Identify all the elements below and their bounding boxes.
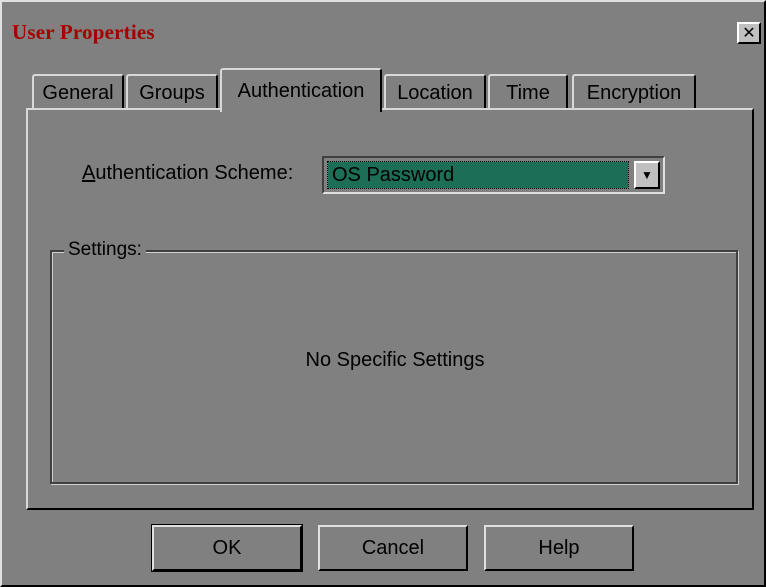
close-button[interactable]: ✕	[737, 22, 761, 44]
ok-button[interactable]: OK	[151, 524, 303, 572]
tab-location[interactable]: Location	[384, 74, 486, 110]
settings-group-label: Settings:	[64, 239, 146, 261]
close-icon: ✕	[742, 23, 756, 42]
help-button[interactable]: Help	[484, 525, 634, 571]
tab-authentication-label: Authentication	[237, 79, 365, 102]
authentication-scheme-label-text: uthentication Scheme:	[95, 162, 294, 184]
authentication-scheme-value: OS Password	[327, 161, 629, 189]
tab-time[interactable]: Time	[488, 74, 568, 110]
help-button-label: Help	[538, 536, 580, 559]
tab-encryption[interactable]: Encryption	[572, 74, 696, 110]
cancel-button-label: Cancel	[361, 536, 425, 559]
tab-general[interactable]: General	[32, 74, 124, 110]
window-title: User Properties	[12, 20, 155, 44]
tab-groups-label: Groups	[139, 81, 205, 104]
user-properties-dialog: User Properties ✕ General Groups Authent…	[0, 0, 766, 587]
tab-location-label: Location	[397, 81, 473, 104]
authentication-scheme-label: Authentication Scheme:	[82, 162, 293, 185]
tab-groups[interactable]: Groups	[126, 74, 218, 110]
cancel-button[interactable]: Cancel	[318, 525, 468, 571]
tab-authentication[interactable]: Authentication	[220, 68, 382, 112]
no-settings-message: No Specific Settings	[305, 349, 485, 371]
tab-general-label: General	[42, 81, 114, 104]
authentication-scheme-dropdown[interactable]: OS Password ▼	[322, 156, 665, 194]
tab-time-label: Time	[506, 81, 550, 104]
ok-button-label: OK	[212, 536, 242, 559]
tab-encryption-label: Encryption	[586, 81, 682, 104]
dropdown-arrow-button[interactable]: ▼	[634, 161, 660, 189]
authentication-scheme-label-accelerator: A	[82, 162, 96, 184]
chevron-down-icon: ▼	[641, 168, 653, 182]
